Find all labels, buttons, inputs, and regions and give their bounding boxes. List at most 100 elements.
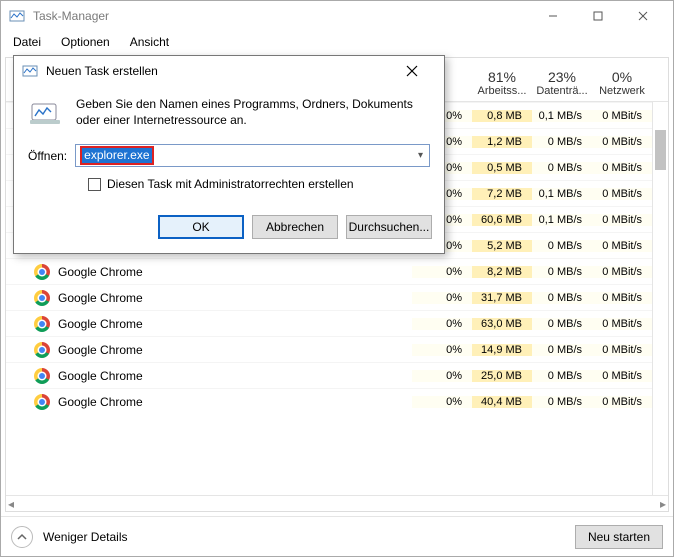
cell-disk: 0 MB/s [532,318,592,330]
cell-cpu: 0% [412,370,472,382]
cell-mem: 5,2 MB [472,240,532,252]
cell-disk: 0 MB/s [532,370,592,382]
dialog-buttons: OK Abbrechen Durchsuchen... [14,205,444,253]
cell-disk: 0 MB/s [532,344,592,356]
cell-mem: 1,2 MB [472,136,532,148]
cell-net: 0 MBit/s [592,136,652,148]
cell-net: 0 MBit/s [592,240,652,252]
cell-mem: 14,9 MB [472,344,532,356]
vertical-scrollbar[interactable] [652,102,668,495]
fewer-details-toggle[interactable] [11,526,33,548]
menubar: Datei Optionen Ansicht [1,31,673,53]
process-name: Google Chrome [58,395,143,409]
window-title: Task-Manager [33,9,530,23]
cell-mem: 0,8 MB [472,110,532,122]
dialog-description: Geben Sie den Namen eines Programms, Ord… [76,96,430,128]
column-header-net[interactable]: 0% Netzwerk [592,65,652,101]
chrome-icon [34,394,50,410]
titlebar: Task-Manager [1,1,673,31]
cell-mem: 40,4 MB [472,396,532,408]
cell-mem: 0,5 MB [472,162,532,174]
scroll-left-icon[interactable]: ◂ [8,497,14,511]
run-dialog: Neuen Task erstellen Geben Sie den Namen… [13,55,445,254]
cell-net: 0 MBit/s [592,370,652,382]
close-button[interactable] [620,1,665,31]
cell-net: 0 MBit/s [592,318,652,330]
cell-disk: 0 MB/s [532,396,592,408]
app-icon [9,8,25,24]
cell-disk: 0 MB/s [532,240,592,252]
cell-mem: 60,6 MB [472,214,532,226]
cell-net: 0 MBit/s [592,292,652,304]
process-name: Google Chrome [58,291,143,305]
cell-cpu: 0% [412,266,472,278]
disk-percent: 23% [536,69,588,85]
cell-disk: 0,1 MB/s [532,214,592,226]
cell-cpu: 0% [412,344,472,356]
scroll-right-icon[interactable]: ▸ [660,497,666,511]
menu-options[interactable]: Optionen [55,33,116,51]
cell-mem: 25,0 MB [472,370,532,382]
process-name: Google Chrome [58,317,143,331]
cpu-percent: 81% [476,69,528,85]
cell-net: 0 MBit/s [592,214,652,226]
cell-cpu: 0% [412,318,472,330]
process-name: Google Chrome [58,343,143,357]
cell-disk: 0 MB/s [532,136,592,148]
table-row[interactable]: Google Chrome 0%31,7 MB0 MB/s0 MBit/s [6,284,652,310]
horizontal-scrollbar[interactable]: ◂ ▸ [6,495,668,511]
process-name: Google Chrome [58,265,143,279]
restart-button[interactable]: Neu starten [575,525,663,549]
chevron-down-icon[interactable]: ▾ [418,150,423,161]
cpu-label: Arbeitss... [476,85,528,97]
dialog-body: Geben Sie den Namen eines Programms, Ord… [14,86,444,205]
chrome-icon [34,368,50,384]
menu-file[interactable]: Datei [7,33,47,51]
table-row[interactable]: Google Chrome0%40,4 MB0 MB/s0 MBit/s [6,388,652,414]
cell-net: 0 MBit/s [592,162,652,174]
table-row[interactable]: Google Chrome 0%14,9 MB0 MB/s0 MBit/s [6,336,652,362]
chrome-icon [34,290,50,306]
admin-checkbox[interactable] [88,178,101,191]
cell-disk: 0 MB/s [532,162,592,174]
dialog-close-button[interactable] [406,65,436,77]
process-name: Google Chrome [58,369,143,383]
table-row[interactable]: Google Chrome 0%25,0 MB0 MB/s0 MBit/s [6,362,652,388]
column-header-disk[interactable]: 23% Datenträ... [532,65,592,101]
cell-disk: 0,1 MB/s [532,188,592,200]
browse-button[interactable]: Durchsuchen... [346,215,432,239]
menu-view[interactable]: Ansicht [124,33,175,51]
footer: Weniger Details Neu starten [1,516,673,556]
open-combobox[interactable]: explorer.exe ▾ [75,144,430,167]
admin-checkbox-label: Diesen Task mit Administratorrechten ers… [107,177,354,191]
cell-mem: 8,2 MB [472,266,532,278]
chrome-icon [34,264,50,280]
dialog-icon [22,63,38,79]
cell-disk: 0,1 MB/s [532,110,592,122]
table-row[interactable]: Google Chrome 0%63,0 MB0 MB/s0 MBit/s [6,310,652,336]
open-label: Öffnen: [28,149,67,163]
chrome-icon [34,342,50,358]
cell-mem: 31,7 MB [472,292,532,304]
cell-cpu: 0% [412,396,472,408]
cell-disk: 0 MB/s [532,292,592,304]
maximize-button[interactable] [575,1,620,31]
dialog-titlebar: Neuen Task erstellen [14,56,444,86]
disk-label: Datenträ... [536,85,588,97]
cell-net: 0 MBit/s [592,110,652,122]
chrome-icon [34,316,50,332]
open-input-value[interactable]: explorer.exe [80,146,153,165]
window-controls [530,1,665,31]
table-row[interactable]: Google Chrome 0%8,2 MB0 MB/s0 MBit/s [6,258,652,284]
cell-mem: 7,2 MB [472,188,532,200]
cell-net: 0 MBit/s [592,344,652,356]
ok-button[interactable]: OK [158,215,244,239]
cell-mem: 63,0 MB [472,318,532,330]
cell-disk: 0 MB/s [532,266,592,278]
column-header-cpu[interactable]: 81% Arbeitss... [472,65,532,101]
cell-cpu: 0% [412,292,472,304]
minimize-button[interactable] [530,1,575,31]
cell-net: 0 MBit/s [592,266,652,278]
fewer-details-label[interactable]: Weniger Details [43,530,575,544]
cancel-button[interactable]: Abbrechen [252,215,338,239]
